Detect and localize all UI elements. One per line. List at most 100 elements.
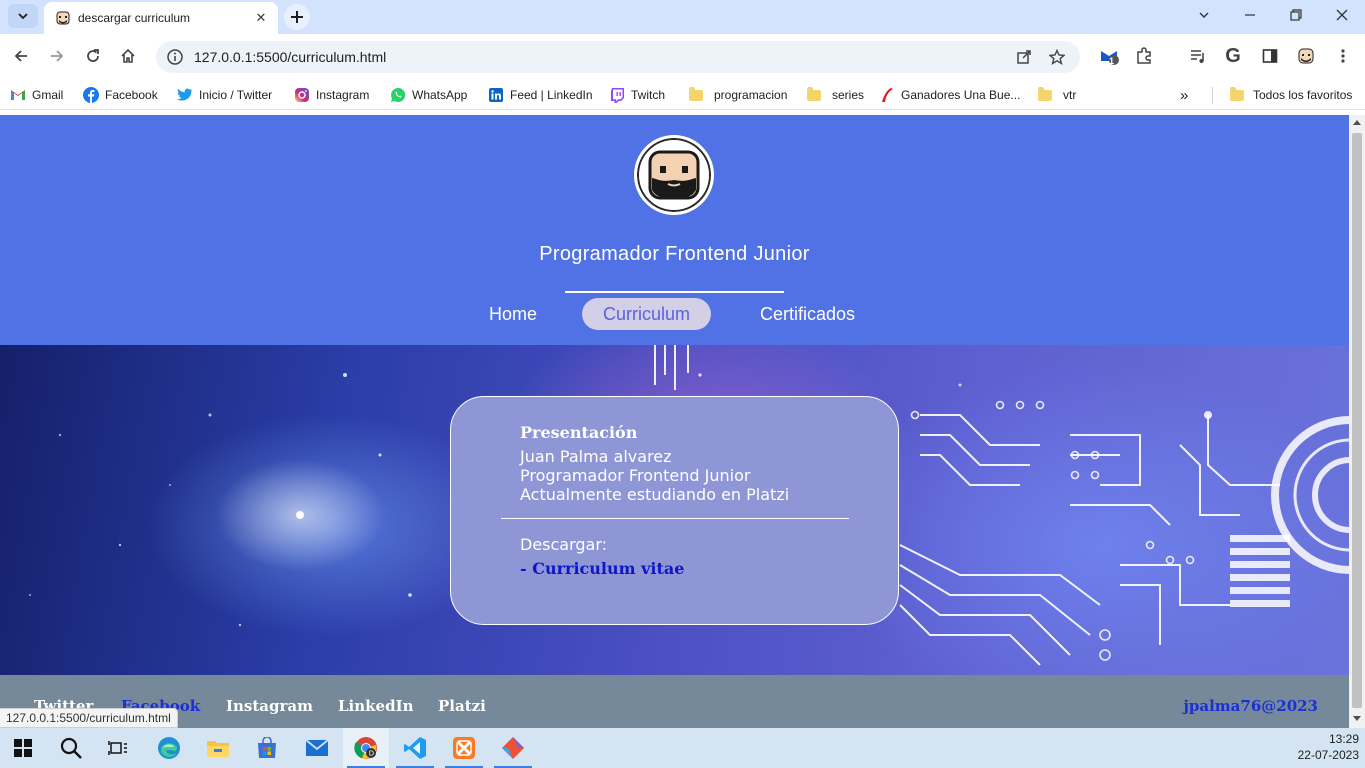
- bookmark-label: Todos los favoritos: [1253, 88, 1353, 102]
- minimize-icon: [1245, 14, 1255, 16]
- tab-search-button[interactable]: [8, 4, 38, 28]
- all-bookmarks-folder[interactable]: Todos los favoritos: [1229, 86, 1352, 104]
- info-icon[interactable]: [166, 48, 184, 66]
- side-panel-button[interactable]: [1256, 42, 1284, 70]
- puzzle-icon: [1137, 47, 1151, 64]
- chrome-taskbar-button[interactable]: D: [343, 728, 389, 768]
- card-divider: [501, 518, 849, 519]
- profile-button[interactable]: [1292, 42, 1320, 70]
- edge-icon: [158, 737, 180, 759]
- browser-tab[interactable]: descargar curriculum ✕: [44, 2, 278, 34]
- chevron-down-icon: [1199, 12, 1209, 18]
- page-scrollbar[interactable]: [1349, 115, 1365, 728]
- bookmark-facebook[interactable]: Facebook: [83, 86, 158, 104]
- bookmark-instagram[interactable]: Instagram: [294, 86, 369, 104]
- avatar-favicon-icon: [56, 11, 70, 25]
- profile-avatar: [634, 135, 714, 215]
- scroll-thumb[interactable]: [1352, 133, 1362, 708]
- linkedin-icon: [488, 87, 504, 103]
- scroll-up-icon[interactable]: [1353, 119, 1361, 125]
- chevron-double-right-icon: »: [1180, 86, 1189, 104]
- tab-close-button[interactable]: ✕: [252, 9, 270, 27]
- menu-button[interactable]: [1329, 42, 1357, 70]
- bookmark-label: Inicio / Twitter: [199, 88, 273, 102]
- bookmark-twitch[interactable]: Twitch: [609, 86, 665, 104]
- page-footer: Twitter Facebook Instagram LinkedIn Plat…: [0, 675, 1349, 728]
- reload-icon: [87, 49, 99, 62]
- vscode-taskbar-button[interactable]: [392, 728, 438, 768]
- extensions-button[interactable]: [1130, 42, 1158, 70]
- avatar-frame: [638, 139, 710, 211]
- bookmark-label: WhatsApp: [412, 88, 468, 102]
- nav-curriculum[interactable]: Curriculum: [582, 298, 711, 330]
- folder-icon: [1037, 86, 1053, 103]
- footer-instagram-link[interactable]: Instagram: [226, 697, 313, 715]
- file-explorer-icon: [207, 741, 229, 757]
- page-header: Programador Frontend Junior Home Curricu…: [0, 115, 1349, 345]
- avatar: [1298, 48, 1314, 64]
- footer-copyright[interactable]: jpalma76@2023: [1183, 697, 1318, 715]
- minimize-button[interactable]: [1227, 0, 1273, 30]
- bookmark-twitter[interactable]: Inicio / Twitter: [177, 86, 272, 104]
- chrome-icon: D: [354, 737, 377, 759]
- windows-start-icon: [14, 739, 32, 757]
- bookmark-gmail[interactable]: Gmail: [10, 86, 63, 104]
- home-button[interactable]: [114, 42, 142, 70]
- bookmark-label: vtr: [1063, 88, 1077, 102]
- bookmarks-divider: [1212, 87, 1213, 104]
- footer-platzi-link[interactable]: Platzi: [438, 697, 486, 715]
- plus-icon: [291, 11, 303, 23]
- bookmarks-bar: Gmail Facebook Inicio / Twitter Instagra…: [0, 80, 1365, 110]
- arrow-right-icon: [51, 50, 64, 62]
- store-taskbar-button[interactable]: [244, 728, 290, 768]
- clock-date: 22-07-2023: [1297, 748, 1359, 762]
- bookmark-folder-series[interactable]: series: [806, 86, 864, 104]
- tab-list-button[interactable]: [1181, 0, 1227, 30]
- twitter-icon: [177, 87, 193, 103]
- scroll-down-icon[interactable]: [1353, 716, 1361, 722]
- address-bar[interactable]: 127.0.0.1:5500/curriculum.html: [156, 41, 1080, 73]
- back-button[interactable]: [7, 42, 35, 70]
- task-view-button[interactable]: [95, 728, 141, 768]
- media-control-button[interactable]: [1184, 42, 1212, 70]
- bookmark-label: Feed | LinkedIn: [510, 88, 593, 102]
- folder-icon: [688, 86, 704, 103]
- bookmark-ganadores[interactable]: Ganadores Una Bue...: [879, 86, 1020, 104]
- bookmark-folder-vtr[interactable]: vtr: [1037, 86, 1076, 104]
- side-panel-icon: [1262, 49, 1278, 63]
- mail-taskbar-button[interactable]: [294, 728, 340, 768]
- reload-button[interactable]: [79, 42, 107, 70]
- share-icon[interactable]: [1016, 49, 1032, 65]
- gmail-icon: [10, 87, 26, 103]
- restore-button[interactable]: [1273, 0, 1319, 30]
- more-bookmarks-button[interactable]: »: [1180, 86, 1188, 104]
- page-title: Programador Frontend Junior: [539, 243, 810, 265]
- google-button[interactable]: G: [1219, 42, 1247, 70]
- bookmark-label: Gmail: [32, 88, 64, 102]
- start-button[interactable]: [0, 728, 46, 768]
- download-cv-link[interactable]: - Curriculum vitae: [520, 559, 684, 578]
- bookmark-folder-programacion[interactable]: programacion: [688, 86, 787, 104]
- vscode-icon: [404, 737, 426, 759]
- system-clock[interactable]: 13:29 22-07-2023: [1298, 731, 1359, 763]
- file-explorer-taskbar-button[interactable]: [195, 728, 241, 768]
- nav-home[interactable]: Home: [476, 298, 550, 330]
- nav-certificados[interactable]: Certificados: [744, 298, 871, 330]
- star-icon[interactable]: [1049, 49, 1065, 65]
- close-window-button[interactable]: [1319, 0, 1365, 30]
- edge-taskbar-button[interactable]: [146, 728, 192, 768]
- search-button[interactable]: [48, 728, 94, 768]
- twitch-icon: [609, 87, 625, 103]
- bookmark-linkedin[interactable]: Feed | LinkedIn: [488, 86, 593, 104]
- bookmark-label: series: [832, 88, 865, 102]
- bookmark-whatsapp[interactable]: WhatsApp: [390, 86, 467, 104]
- extension-mail-button[interactable]: 1: [1095, 42, 1123, 70]
- xampp-taskbar-button[interactable]: [441, 728, 487, 768]
- status-bubble: 127.0.0.1:5500/curriculum.html: [0, 708, 178, 728]
- git-taskbar-button[interactable]: [490, 728, 536, 768]
- chevron-down-icon: [18, 13, 28, 20]
- new-tab-button[interactable]: [284, 4, 310, 30]
- presentation-card: Presentación Juan Palma alvarez Programa…: [450, 396, 899, 625]
- forward-button[interactable]: [43, 42, 71, 70]
- footer-linkedin-link[interactable]: LinkedIn: [338, 697, 414, 715]
